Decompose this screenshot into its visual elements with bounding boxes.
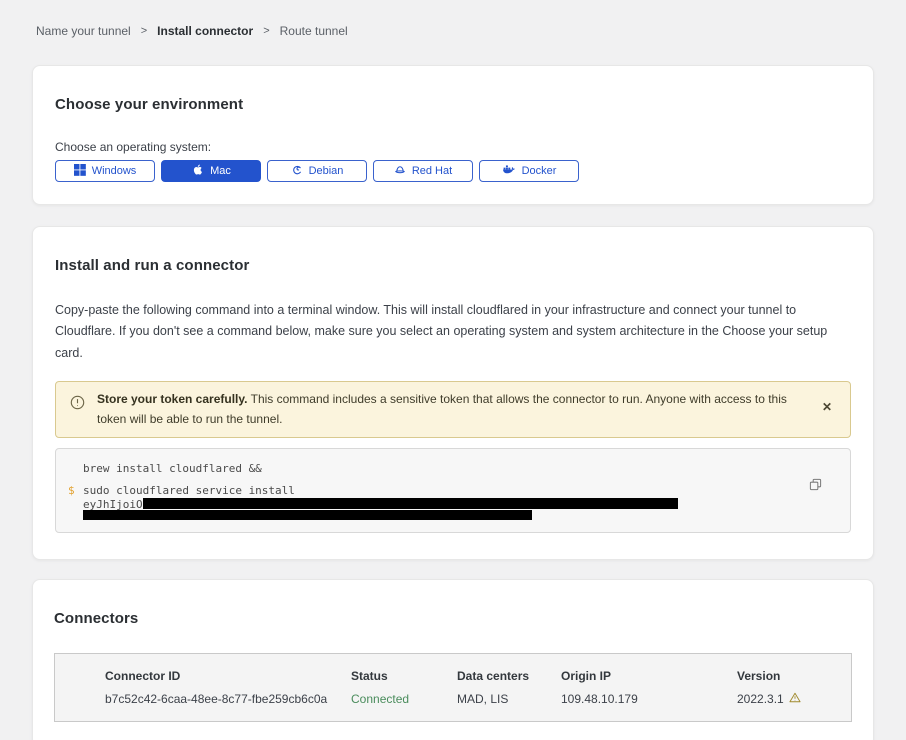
cell-origin-ip: 109.48.10.179 bbox=[561, 692, 737, 706]
environment-card: Choose your environment Choose an operat… bbox=[32, 65, 874, 205]
debian-icon bbox=[291, 164, 303, 179]
os-button-docker[interactable]: Docker bbox=[479, 160, 579, 182]
install-connector-card: Install and run a connector Copy-paste t… bbox=[32, 226, 874, 560]
os-button-redhat[interactable]: Red Hat bbox=[373, 160, 473, 182]
column-header-connector-id: Connector ID bbox=[105, 669, 351, 683]
redhat-icon bbox=[394, 164, 406, 179]
install-card-title: Install and run a connector bbox=[55, 257, 851, 274]
column-header-data-centers: Data centers bbox=[457, 669, 561, 683]
cell-connector-id: b7c52c42-6caa-48ee-8c77-fbe259cb6c0a bbox=[105, 692, 351, 706]
apple-icon bbox=[191, 163, 204, 179]
breadcrumb-name-your-tunnel[interactable]: Name your tunnel bbox=[36, 24, 131, 38]
column-header-version: Version bbox=[737, 669, 851, 683]
os-button-label: Windows bbox=[92, 165, 137, 177]
warning-icon bbox=[789, 692, 801, 706]
cell-version: 2022.3.1 bbox=[737, 692, 851, 706]
windows-icon bbox=[74, 164, 86, 179]
os-button-label: Docker bbox=[522, 165, 557, 177]
close-icon[interactable]: ✕ bbox=[816, 397, 838, 417]
cell-status: Connected bbox=[351, 692, 457, 706]
docker-icon bbox=[502, 164, 516, 178]
cell-data-centers: MAD, LIS bbox=[457, 692, 561, 706]
breadcrumb-separator: > bbox=[263, 25, 269, 37]
command-line-brew: brew install cloudflared && bbox=[83, 462, 834, 475]
os-button-label: Red Hat bbox=[412, 165, 452, 177]
connectors-card-title: Connectors bbox=[54, 610, 852, 627]
column-header-status: Status bbox=[351, 669, 457, 683]
info-icon bbox=[70, 395, 85, 416]
breadcrumb-separator: > bbox=[141, 25, 147, 37]
token-warning-text: Store your token carefully. This command… bbox=[97, 389, 804, 430]
os-button-label: Mac bbox=[210, 165, 231, 177]
token-warning-banner: Store your token carefully. This command… bbox=[55, 381, 851, 438]
install-card-description: Copy-paste the following command into a … bbox=[55, 300, 851, 364]
redacted-token-bar bbox=[143, 498, 678, 509]
install-command-codeblock[interactable]: brew install cloudflared && $ sudo cloud… bbox=[55, 448, 851, 533]
token-line: eyJhIjoiO bbox=[83, 498, 834, 510]
column-header-origin-ip: Origin IP bbox=[561, 669, 737, 683]
os-button-label: Debian bbox=[309, 165, 344, 177]
breadcrumb-install-connector[interactable]: Install connector bbox=[157, 24, 253, 38]
command-text: sudo cloudflared service install bbox=[83, 484, 295, 497]
connectors-table: Connector ID Status Data centers Origin … bbox=[54, 653, 852, 722]
os-select-label: Choose an operating system: bbox=[55, 140, 851, 154]
os-button-debian[interactable]: Debian bbox=[267, 160, 367, 182]
os-button-group: Windows Mac Debian Red Hat Docker bbox=[55, 160, 851, 182]
token-warning-title: Store your token carefully. bbox=[97, 392, 248, 406]
shell-prompt: $ bbox=[68, 484, 75, 497]
connectors-card: Connectors Connector ID Status Data cent… bbox=[32, 579, 874, 740]
os-button-mac[interactable]: Mac bbox=[161, 160, 261, 182]
token-line-2 bbox=[83, 510, 834, 520]
breadcrumb-route-tunnel[interactable]: Route tunnel bbox=[280, 24, 348, 38]
version-value: 2022.3.1 bbox=[737, 692, 784, 706]
environment-card-title: Choose your environment bbox=[55, 96, 851, 113]
copy-icon[interactable] bbox=[807, 476, 824, 496]
redacted-token-bar bbox=[83, 510, 532, 520]
breadcrumb: Name your tunnel > Install connector > R… bbox=[0, 0, 906, 38]
command-line-sudo: $ sudo cloudflared service install bbox=[83, 484, 834, 497]
os-button-windows[interactable]: Windows bbox=[55, 160, 155, 182]
